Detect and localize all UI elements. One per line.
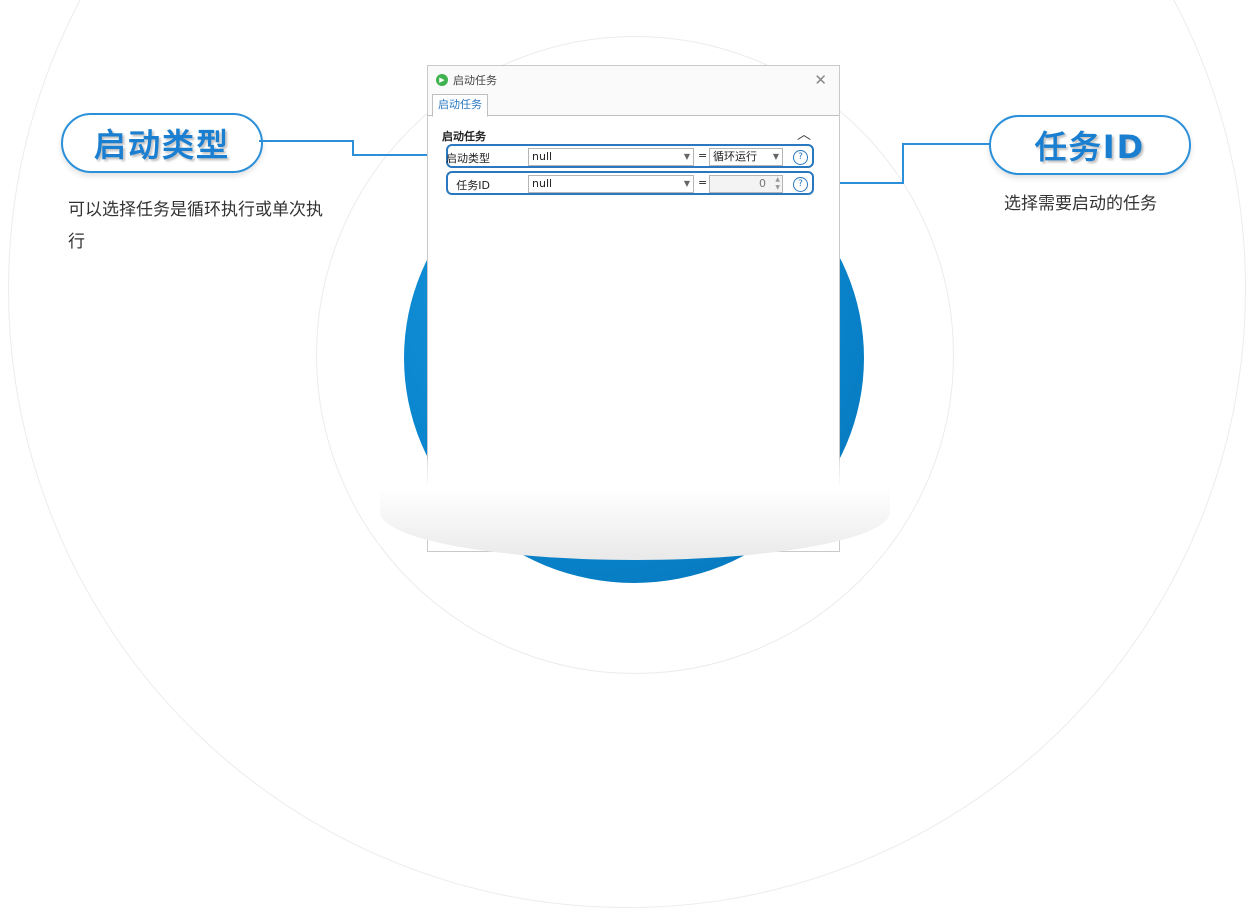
connector-right-v — [902, 143, 904, 184]
callout-start-type: 启动类型 — [61, 113, 263, 173]
start-type-select[interactable]: 循环运行 ▼ — [709, 148, 783, 166]
task-id-number-input[interactable]: 0 ▲ ▼ — [709, 175, 783, 193]
start-type-label: 启动类型 — [446, 152, 490, 165]
task-id-variable-select[interactable]: null ▼ — [528, 175, 694, 193]
close-icon[interactable]: ✕ — [814, 71, 827, 89]
dialog-tabbar: 启动任务 — [428, 93, 839, 117]
connector-right-h1 — [902, 143, 990, 145]
start-type-value: 循环运行 — [713, 150, 757, 163]
bottom-fade-overlay — [380, 440, 890, 560]
connector-left-h1 — [259, 140, 354, 142]
callout-task-id: 任务ID — [989, 115, 1191, 175]
section-title: 启动任务 — [442, 130, 486, 143]
task-id-label: 任务ID — [456, 179, 490, 192]
start-type-variable-select[interactable]: null ▼ — [528, 148, 694, 166]
start-type-variable-value: null — [532, 150, 553, 163]
task-id-variable-value: null — [532, 177, 553, 190]
help-icon[interactable]: ? — [793, 150, 808, 165]
chevron-down-icon: ▼ — [772, 152, 779, 161]
equals-sign: = — [698, 176, 708, 189]
equals-sign: = — [698, 149, 708, 162]
spinner-icon[interactable]: ▲ ▼ — [775, 176, 780, 192]
callout-task-id-desc: 选择需要启动的任务 — [1004, 194, 1157, 214]
chevron-down-icon: ▼ — [683, 179, 690, 188]
row-task-id: 任务ID null ▼ = 0 ▲ ▼ ? — [446, 171, 814, 195]
tab-start-task[interactable]: 启动任务 — [432, 94, 488, 117]
section-header[interactable]: 启动任务 ︿ — [428, 124, 839, 146]
chevron-up-icon[interactable]: ︿ — [797, 124, 811, 144]
play-icon: ▶ — [436, 73, 448, 86]
dialog-titlebar: ▶ 启动任务 ✕ — [428, 66, 839, 93]
help-icon[interactable]: ? — [793, 177, 808, 192]
dialog-title: 启动任务 — [453, 73, 497, 87]
chevron-down-icon: ▼ — [683, 152, 690, 161]
task-id-value: 0 — [759, 177, 766, 190]
row-start-type: 启动类型 null ▼ = 循环运行 ▼ ? — [446, 144, 814, 168]
callout-start-type-desc: 可以选择任务是循环执行或单次执行 — [68, 200, 323, 252]
